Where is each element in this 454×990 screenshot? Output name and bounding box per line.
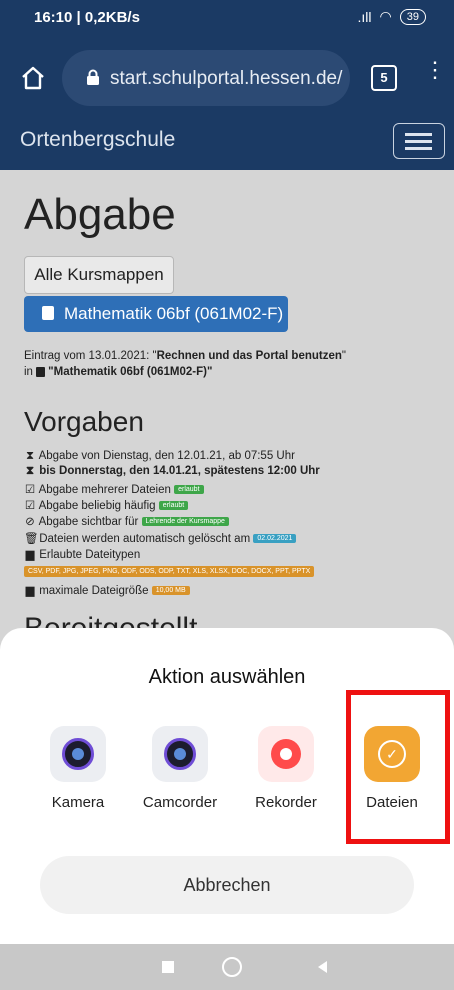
all-folders-button[interactable]: Alle Kursmappen (24, 256, 174, 294)
battery-icon: 39 (399, 8, 426, 25)
entry-in: in (24, 366, 37, 378)
book-icon (42, 306, 54, 320)
file-icon: ▆ (25, 585, 35, 597)
hamburger-menu-button[interactable] (393, 123, 445, 159)
tab-switcher-button[interactable]: 5 (371, 65, 397, 91)
action-sheet-title: Aktion auswählen (148, 666, 306, 688)
req-text: maximale Dateigröße (39, 585, 149, 597)
course-button[interactable]: Mathematik 06bf (061M02-F) (24, 296, 288, 332)
req-filetypes: ▆ Erlaubte Dateitypen (24, 547, 141, 561)
status-badge: erlaubt (158, 501, 189, 511)
req-text: bis Donnerstag, den 14.01.21, spätestens… (39, 465, 320, 477)
entry-title: Rechnen und das Portal benutzen (156, 350, 342, 362)
status-badge: erlaubt (174, 485, 204, 495)
app-rekorder[interactable]: Rekorder (236, 726, 336, 811)
home-icon[interactable] (20, 65, 46, 91)
req-start: ⧗ Abgabe von Dienstag, den 12.01.21, ab … (24, 450, 295, 463)
entry-course: "Mathematik 06bf (061M02-F)" (48, 366, 213, 378)
course-button-label: Mathematik 06bf (061M02-F) (64, 304, 284, 323)
file-icon: ▆ (25, 549, 35, 561)
entry-prefix: Eintrag vom 13.01.2021: " (24, 350, 157, 362)
status-time: 16:10 | 0,2KB/s (34, 9, 140, 26)
app-label: Kamera (51, 794, 105, 811)
requirements-heading: Vorgaben (24, 406, 144, 437)
trash-icon: 🗑 (24, 533, 39, 545)
recorder-icon[interactable] (258, 726, 314, 782)
back-icon[interactable] (318, 961, 327, 973)
entry-info: Eintrag vom 13.01.2021: "Rechnen und das… (24, 348, 444, 380)
app-label: Rekorder (255, 794, 317, 811)
req-repeat: ☑ Abgabe beliebig häufig erlaubt (24, 498, 189, 512)
req-deadline: ⧗ bis Donnerstag, den 14.01.21, späteste… (24, 465, 320, 478)
site-brand[interactable]: Ortenbergschule (20, 128, 175, 152)
req-text: Abgabe sichtbar für (38, 516, 139, 528)
checkbox-icon: ☑ (24, 484, 36, 496)
req-text: Abgabe mehrerer Dateien (38, 484, 171, 496)
recents-icon[interactable] (162, 961, 174, 973)
wifi-icon: ◠ (379, 8, 392, 24)
hourglass-icon: ⧗ (25, 465, 35, 477)
home-button-icon[interactable] (222, 957, 242, 977)
page-title: Abgabe (24, 190, 176, 239)
book-icon (36, 366, 46, 377)
app-kamera[interactable]: Kamera (28, 726, 128, 811)
req-text: Abgabe beliebig häufig (38, 500, 156, 512)
camcorder-icon[interactable] (152, 726, 208, 782)
signal-icon: .ıll (357, 8, 372, 25)
size-badge: 10,00 MB (151, 586, 190, 596)
app-label: Camcorder (142, 794, 218, 811)
req-multiple-files: ☑ Abgabe mehrerer Dateien erlaubt (24, 482, 204, 496)
hourglass-icon: ⧗ (25, 450, 35, 462)
app-camcorder[interactable]: Camcorder (130, 726, 230, 811)
url-text[interactable]: start.schulportal.hessen.de/ (110, 68, 345, 90)
filetypes-badge: CSV, PDF, JPG, JPEG, PNG, ODF, ODS, ODP,… (24, 566, 315, 577)
status-icons: .ıll ◠ 39 (358, 8, 426, 25)
eye-slash-icon: ⊘ (25, 516, 35, 528)
highlight-box (346, 690, 450, 844)
cancel-button[interactable]: Abbrechen (40, 856, 414, 914)
req-visibility: ⊘ Abgabe sichtbar für Lehrende der Kursm… (24, 514, 229, 528)
lock-icon (87, 69, 99, 85)
status-badge: Lehrende der Kursmappe (141, 517, 229, 527)
checkbox-icon: ☑ (24, 500, 36, 512)
req-deletion: 🗑 Dateien werden automatisch gelöscht am… (24, 531, 297, 545)
req-text: Dateien werden automatisch gelöscht am (39, 533, 251, 545)
date-badge: 02.02.2021 (253, 534, 297, 544)
req-max-size: ▆ maximale Dateigröße 10,00 MB (24, 583, 190, 597)
req-text: Erlaubte Dateitypen (39, 549, 141, 561)
camera-icon[interactable] (50, 726, 106, 782)
entry-suffix: " (341, 350, 346, 362)
req-text: Abgabe von Dienstag, den 12.01.21, ab 07… (38, 450, 295, 462)
browser-menu-icon[interactable]: ⋮ (424, 59, 446, 81)
